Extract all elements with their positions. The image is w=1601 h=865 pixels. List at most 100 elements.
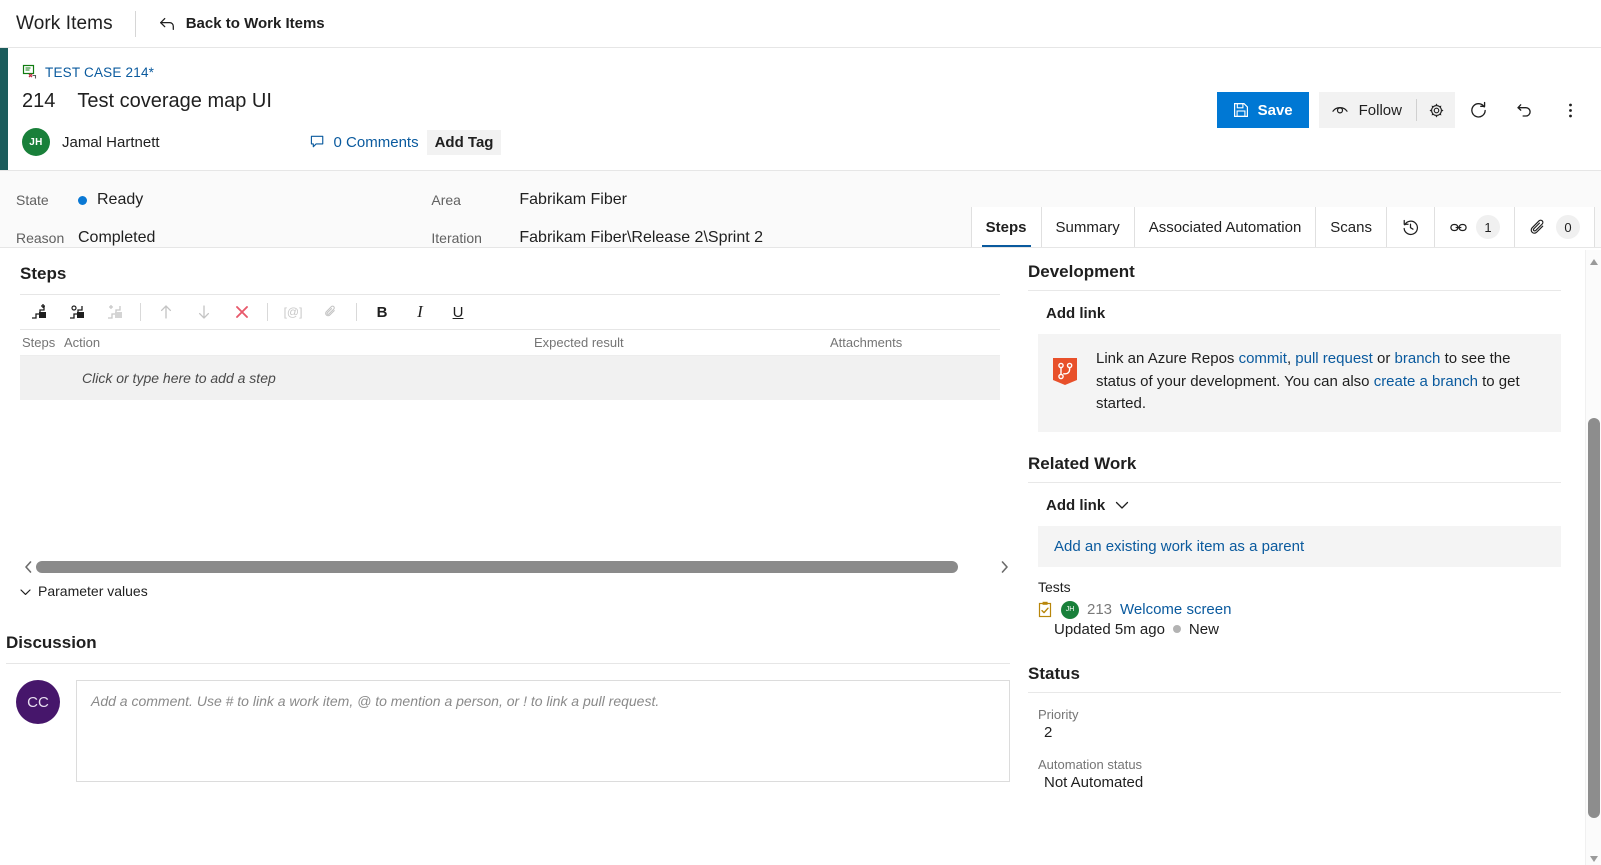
work-item-type-accent-bar (0, 48, 8, 170)
development-callout: Link an Azure Repos commit, pull request… (1038, 334, 1561, 432)
more-options-button[interactable] (1547, 92, 1593, 128)
tab-summary[interactable]: Summary (1040, 207, 1134, 247)
scrollbar-track[interactable] (36, 561, 996, 573)
state-dot-icon (78, 195, 87, 205)
scrollbar-thumb[interactable] (36, 561, 958, 573)
automation-status-value[interactable]: Not Automated (1044, 774, 1561, 791)
back-to-work-items-button[interactable]: Back to Work Items (158, 15, 325, 33)
tab-scans-label: Scans (1330, 218, 1372, 236)
steps-empty-row[interactable]: Click or type here to add a step (20, 356, 1000, 400)
fields-column-left: State Ready Reason Completed (16, 171, 155, 257)
insert-step-icon[interactable] (20, 295, 58, 329)
work-item-title[interactable]: Test coverage map UI (77, 90, 272, 113)
revert-changes-button[interactable] (1501, 92, 1547, 128)
divider (356, 303, 357, 321)
field-reason-value: Completed (78, 229, 156, 246)
development-add-link-button[interactable]: Add link (1046, 305, 1561, 322)
column-header-expected-result: Expected result (534, 335, 624, 350)
details-pane: Development Add link Link an Azure Repos… (1020, 248, 1601, 860)
scroll-down-arrow-icon[interactable] (1586, 855, 1601, 863)
insert-parameter-icon[interactable]: [@] (274, 295, 312, 329)
add-tag-button[interactable]: Add Tag (426, 129, 502, 155)
work-item-breadcrumb[interactable]: TEST CASE 214* (22, 62, 1585, 82)
top-command-bar: Work Items Back to Work Items (0, 0, 1601, 48)
comment-bubble-icon (310, 134, 327, 151)
assignee-avatar[interactable]: JH (22, 128, 50, 156)
tab-steps[interactable]: Steps (970, 207, 1041, 247)
steps-heading: Steps (20, 264, 67, 283)
current-user-avatar[interactable]: CC (16, 680, 60, 724)
work-item-meta-row: JH Jamal Hartnett 0 Comments Add Tag (22, 125, 1585, 159)
comments-link[interactable]: 0 Comments (310, 134, 419, 151)
create-branch-link[interactable]: create a branch (1374, 373, 1478, 390)
tab-steps-label: Steps (985, 218, 1027, 236)
tab-history[interactable] (1386, 207, 1434, 247)
scroll-up-arrow-icon[interactable] (1586, 258, 1601, 266)
related-work-item[interactable]: JH 213 Welcome screen (1038, 600, 1561, 619)
parameter-values-label: Parameter values (38, 583, 148, 599)
back-arrow-icon (158, 15, 176, 33)
eye-icon (1331, 101, 1349, 119)
commit-link[interactable]: commit (1239, 350, 1287, 367)
more-vertical-icon (1568, 101, 1573, 120)
vertical-scrollbar-thumb[interactable] (1588, 418, 1600, 818)
priority-value[interactable]: 2 (1044, 724, 1561, 741)
related-item-updated: Updated 5m ago (1054, 620, 1165, 638)
related-item-title-link[interactable]: Welcome screen (1120, 601, 1231, 618)
steps-horizontal-scrollbar[interactable] (20, 558, 1012, 576)
add-existing-parent-link[interactable]: Add an existing work item as a parent (1054, 538, 1304, 555)
work-item-id: 214 (22, 90, 56, 112)
add-parent-link-box[interactable]: Add an existing work item as a parent (1038, 525, 1561, 567)
branch-link[interactable]: branch (1395, 350, 1441, 367)
scroll-right-arrow-icon[interactable] (996, 561, 1012, 573)
move-up-icon[interactable] (147, 295, 185, 329)
steps-grid: Steps Action Expected result Attachments… (20, 330, 1000, 400)
attach-file-icon[interactable] (312, 295, 350, 329)
tab-links[interactable]: 1 (1434, 207, 1514, 247)
refresh-button[interactable] (1455, 92, 1501, 128)
assignee-name[interactable]: Jamal Hartnett (62, 134, 160, 151)
steps-toolbar: [@] B I U (20, 294, 1000, 330)
chevron-down-icon (20, 583, 31, 599)
italic-icon[interactable]: I (401, 302, 439, 322)
column-header-attachments: Attachments (830, 335, 903, 350)
comment-input[interactable]: Add a comment. Use # to link a work item… (76, 680, 1010, 782)
parameter-values-toggle[interactable]: Parameter values (20, 583, 148, 599)
pull-request-link[interactable]: pull request (1295, 350, 1373, 367)
field-area-label: Area (431, 192, 461, 208)
link-icon (1449, 218, 1468, 237)
paperclip-icon (1529, 218, 1548, 237)
divider (267, 303, 268, 321)
page-vertical-scrollbar[interactable] (1585, 250, 1601, 865)
tab-attachments[interactable]: 0 (1514, 207, 1595, 247)
related-item-id: 213 (1087, 601, 1113, 618)
related-work-add-link-button[interactable]: Add link (1046, 497, 1561, 514)
tab-associated-automation[interactable]: Associated Automation (1133, 207, 1316, 247)
callout-text-3: or (1372, 350, 1395, 367)
divider (140, 303, 141, 321)
refresh-icon (1469, 101, 1488, 120)
state-dot-icon (1172, 625, 1181, 633)
work-item-tab-bar: Steps Summary Associated Automation Scan… (970, 207, 1595, 247)
back-to-work-items-label: Back to Work Items (185, 15, 325, 32)
field-state[interactable]: State Ready (16, 181, 155, 219)
save-disk-icon (1233, 102, 1249, 118)
insert-shared-steps-icon[interactable] (58, 295, 96, 329)
bold-icon[interactable]: B (363, 304, 401, 321)
field-state-value: Ready (78, 191, 143, 209)
delete-icon[interactable] (223, 295, 261, 329)
tab-associated-automation-label: Associated Automation (1148, 218, 1302, 236)
field-iteration-label: Iteration (431, 230, 482, 246)
scroll-left-arrow-icon[interactable] (20, 561, 36, 573)
underline-icon[interactable]: U (439, 304, 477, 321)
follow-label: Follow (1358, 101, 1402, 119)
settings-button[interactable] (1417, 92, 1455, 128)
follow-button[interactable]: Follow (1319, 92, 1416, 128)
tab-scans[interactable]: Scans (1315, 207, 1386, 247)
save-button[interactable]: Save (1216, 92, 1309, 128)
related-work-heading: Related Work (1028, 453, 1137, 473)
follow-button-group: Follow (1318, 92, 1455, 128)
field-area[interactable]: Area Fabrikam Fiber (431, 181, 763, 219)
move-down-icon[interactable] (185, 295, 223, 329)
create-shared-steps-icon[interactable] (96, 295, 134, 329)
